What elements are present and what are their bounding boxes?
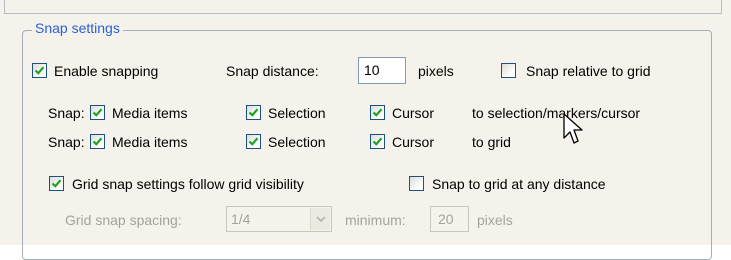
minimum-input[interactable]: 20 — [430, 206, 469, 232]
snap-selection-label-2[interactable]: Selection — [268, 133, 326, 151]
snap-row-1-label: Snap: — [48, 105, 85, 121]
check-mark-icon — [372, 137, 383, 146]
snap-target-label-2: to grid — [472, 134, 511, 150]
snap-media-items-checkbox-1[interactable] — [90, 105, 105, 120]
check-mark-icon — [92, 137, 103, 146]
minimum-value: 20 — [438, 211, 454, 227]
snap-settings-panel: Snap settings Enable snapping Snap dista… — [0, 0, 731, 260]
snap-any-distance-label[interactable]: Snap to grid at any distance — [432, 175, 606, 193]
snap-media-items-checkbox-2[interactable] — [90, 134, 105, 149]
snap-distance-input[interactable]: 10 — [358, 57, 406, 84]
snap-selection-label-1[interactable]: Selection — [268, 104, 326, 122]
outer-frame — [4, 0, 722, 14]
mouse-pointer-icon — [563, 113, 583, 144]
snap-cursor-checkbox-2[interactable] — [370, 134, 385, 149]
grid-follow-visibility-label[interactable]: Grid snap settings follow grid visibilit… — [72, 175, 304, 193]
minimum-label: minimum: — [345, 212, 406, 228]
snap-distance-pixels-label: pixels — [418, 63, 454, 79]
snap-cursor-label-1[interactable]: Cursor — [392, 104, 434, 122]
grid-snap-spacing-select[interactable]: 1/4 — [226, 206, 332, 232]
snap-cursor-label-2[interactable]: Cursor — [392, 133, 434, 151]
snap-media-items-label-2[interactable]: Media items — [112, 133, 187, 151]
enable-snapping-label[interactable]: Enable snapping — [54, 62, 158, 80]
snap-row-2-label: Snap: — [48, 134, 85, 150]
snap-any-distance-checkbox[interactable] — [409, 176, 424, 191]
snap-cursor-checkbox-1[interactable] — [370, 105, 385, 120]
snap-distance-value: 10 — [364, 62, 380, 78]
snap-relative-to-grid-checkbox[interactable] — [501, 63, 516, 78]
check-mark-icon — [248, 137, 259, 146]
check-mark-icon — [92, 108, 103, 117]
snap-target-label-1: to selection/markers/cursor — [472, 105, 641, 121]
groupbox-title: Snap settings — [32, 19, 123, 37]
check-mark-icon — [51, 179, 62, 188]
snap-selection-checkbox-1[interactable] — [246, 105, 261, 120]
grid-snap-spacing-value: 1/4 — [231, 211, 251, 227]
snap-relative-to-grid-label[interactable]: Snap relative to grid — [526, 62, 651, 80]
chevron-down-icon — [316, 216, 326, 223]
check-mark-icon — [248, 108, 259, 117]
snap-selection-checkbox-2[interactable] — [246, 134, 261, 149]
grid-follow-visibility-checkbox[interactable] — [49, 176, 64, 191]
dropdown-arrow[interactable] — [310, 208, 330, 230]
grid-snap-spacing-label: Grid snap spacing: — [65, 212, 182, 228]
minimum-pixels-label: pixels — [477, 212, 513, 228]
enable-snapping-checkbox[interactable] — [32, 63, 47, 78]
check-mark-icon — [34, 66, 45, 75]
check-mark-icon — [372, 108, 383, 117]
snap-media-items-label-1[interactable]: Media items — [112, 104, 187, 122]
snap-distance-label: Snap distance: — [226, 63, 319, 79]
